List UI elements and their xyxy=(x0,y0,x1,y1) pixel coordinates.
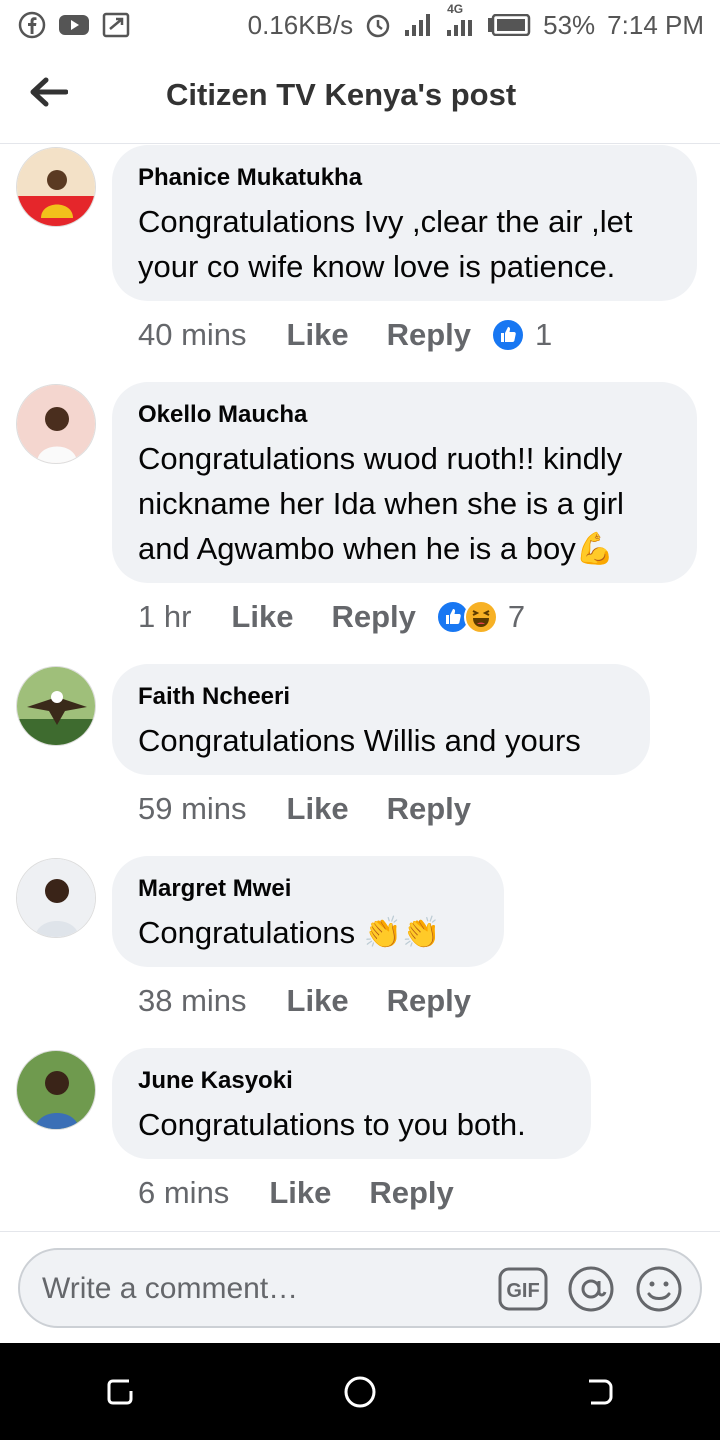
back-nav-button[interactable] xyxy=(570,1362,630,1422)
comment-text-line: Congratulations wuod ruoth!! kindly xyxy=(138,441,623,476)
comment-author[interactable]: Faith Ncheeri xyxy=(138,682,624,712)
comment-text: Congratulations Willis and yours xyxy=(138,718,624,763)
mention-button[interactable] xyxy=(566,1264,616,1314)
recent-apps-button[interactable] xyxy=(90,1362,150,1422)
gif-label: GIF xyxy=(506,1280,539,1302)
avatar[interactable] xyxy=(16,147,96,227)
home-button[interactable] xyxy=(330,1362,390,1422)
comment-author[interactable]: Okello Maucha xyxy=(138,400,671,430)
avatar[interactable] xyxy=(16,1050,96,1130)
like-button[interactable]: Like xyxy=(287,317,349,353)
back-button[interactable] xyxy=(24,72,72,112)
emoji-icon xyxy=(636,1266,682,1312)
comment-text-line: Congratulations Ivy ,clear the air ,let xyxy=(138,204,633,239)
reaction-count: 1 xyxy=(535,317,553,352)
comment-time[interactable]: 1 hr xyxy=(138,599,191,635)
post-header: Citizen TV Kenya's post xyxy=(0,50,720,144)
comment-meta: 1 hr Like Reply 7 xyxy=(138,599,525,635)
comment-bubble[interactable]: Phanice Mukatukha Congratulations Ivy ,c… xyxy=(112,145,697,301)
comment-text: Congratulations 👏👏 xyxy=(138,910,478,955)
comment-text-line: your co wife know love is patience. xyxy=(138,249,616,284)
comment-meta: 59 mins Like Reply xyxy=(138,791,509,827)
comment-meta: 6 mins Like Reply xyxy=(138,1175,492,1211)
comment-time[interactable]: 40 mins xyxy=(138,317,247,353)
comment-bubble[interactable]: Faith Ncheeri Congratulations Willis and… xyxy=(112,664,650,775)
status-bar: 0.16KB/s 4G 53% 7:14 PM xyxy=(0,0,720,50)
haha-reaction-icon xyxy=(463,600,498,634)
reply-button[interactable]: Reply xyxy=(369,1175,453,1211)
arrow-left-icon xyxy=(30,77,68,107)
alarm-icon xyxy=(365,12,391,38)
reply-button[interactable]: Reply xyxy=(387,791,471,827)
like-button[interactable]: Like xyxy=(287,983,349,1019)
comment-text: Congratulations to you both. xyxy=(138,1102,565,1147)
gif-icon: GIF xyxy=(498,1267,548,1311)
comment-time[interactable]: 59 mins xyxy=(138,791,247,827)
gif-button[interactable]: GIF xyxy=(498,1264,548,1314)
comment-author[interactable]: June Kasyoki xyxy=(138,1066,565,1096)
comment-text: Congratulations Ivy ,clear the air ,let … xyxy=(138,199,671,289)
mention-icon xyxy=(568,1266,614,1312)
comment-text: Congratulations wuod ruoth!! kindly nick… xyxy=(138,436,671,571)
like-button[interactable]: Like xyxy=(231,599,293,635)
like-button[interactable]: Like xyxy=(287,791,349,827)
avatar[interactable] xyxy=(16,858,96,938)
comment-author[interactable]: Phanice Mukatukha xyxy=(138,163,671,193)
screenshot-icon xyxy=(102,12,130,38)
emoji-button[interactable] xyxy=(634,1264,684,1314)
youtube-icon xyxy=(58,13,90,37)
like-reaction-icon xyxy=(491,318,525,352)
facebook-icon xyxy=(18,11,46,39)
signal-4g-icon: 4G xyxy=(445,2,475,38)
network-speed: 0.16KB/s xyxy=(247,9,354,40)
comment-input[interactable] xyxy=(40,1268,484,1310)
avatar[interactable] xyxy=(16,384,96,464)
comment-text-line: Congratulations Willis and yours xyxy=(138,723,581,758)
reply-button[interactable]: Reply xyxy=(387,983,471,1019)
comment-text-line: Congratulations 👏👏 xyxy=(138,915,441,950)
comment-bubble[interactable]: June Kasyoki Congratulations to you both… xyxy=(112,1048,591,1159)
battery-icon xyxy=(487,14,531,36)
comment-meta: 40 mins Like Reply 1 xyxy=(138,317,552,353)
like-button[interactable]: Like xyxy=(269,1175,331,1211)
network-type-label: 4G xyxy=(447,2,464,16)
reaction-summary[interactable]: 1 xyxy=(491,317,552,353)
reply-button[interactable]: Reply xyxy=(331,599,415,635)
comment-meta: 38 mins Like Reply xyxy=(138,983,509,1019)
battery-percent: 53% xyxy=(543,9,596,40)
reaction-count: 7 xyxy=(507,599,526,634)
comment-author[interactable]: Margret Mwei xyxy=(138,874,478,904)
page-title: Citizen TV Kenya's post xyxy=(166,77,517,112)
nav-back-icon xyxy=(589,1379,613,1404)
comment-time[interactable]: 6 mins xyxy=(138,1175,229,1211)
comment-composer-bar: GIF xyxy=(0,1231,720,1343)
comment-text-line: Congratulations to you both. xyxy=(138,1107,526,1142)
comment-composer[interactable]: GIF xyxy=(18,1248,702,1328)
comment-text-line: nickname her Ida when she is a girl xyxy=(138,486,624,521)
reaction-summary[interactable]: 7 xyxy=(435,599,526,635)
comment-bubble[interactable]: Okello Maucha Congratulations wuod ruoth… xyxy=(112,382,697,583)
system-nav-bar xyxy=(0,1343,720,1440)
avatar[interactable] xyxy=(16,666,96,746)
recent-apps-icon xyxy=(107,1379,133,1404)
comment-text-line: and Agwambo when he is a boy💪 xyxy=(138,531,615,566)
signal-icon xyxy=(403,12,433,38)
reply-button[interactable]: Reply xyxy=(387,317,471,353)
home-icon xyxy=(344,1376,376,1407)
clock: 7:14 PM xyxy=(607,9,704,40)
comment-bubble[interactable]: Margret Mwei Congratulations 👏👏 xyxy=(112,856,504,967)
comment-time[interactable]: 38 mins xyxy=(138,983,247,1019)
screen: 0.16KB/s 4G 53% 7:14 PM Citizen TV Kenya… xyxy=(0,0,720,1440)
